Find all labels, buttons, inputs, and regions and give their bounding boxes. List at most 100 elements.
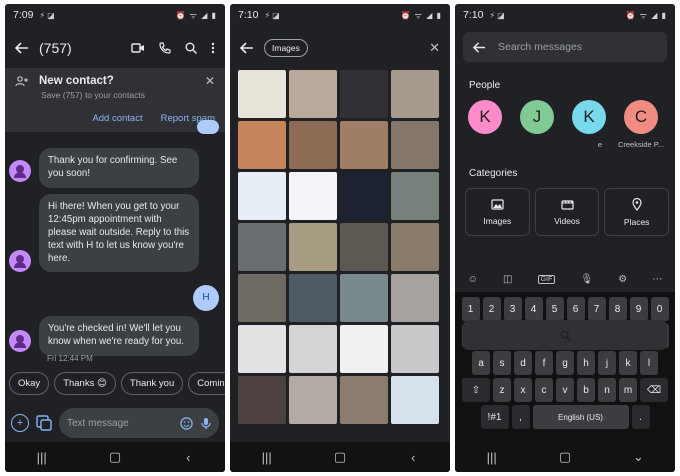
home-icon[interactable]: ▢: [320, 449, 360, 465]
key[interactable]: x: [514, 378, 532, 402]
image-thumbnail[interactable]: [289, 223, 337, 271]
key[interactable]: j: [598, 351, 616, 375]
close-icon[interactable]: ✕: [205, 74, 215, 88]
image-thumbnail[interactable]: [289, 325, 337, 373]
emoji-icon[interactable]: ☺: [468, 274, 478, 285]
key[interactable]: n: [598, 378, 616, 402]
person-item[interactable]: K e: [571, 100, 607, 150]
image-thumbnail[interactable]: [340, 223, 388, 271]
smart-reply-chip[interactable]: Okay: [9, 372, 50, 395]
image-thumbnail[interactable]: [238, 223, 286, 271]
image-thumbnail[interactable]: [340, 70, 388, 118]
add-contact-button[interactable]: Add contact: [92, 113, 142, 124]
key[interactable]: 5: [545, 297, 564, 321]
category-images[interactable]: Images: [465, 188, 530, 236]
image-thumbnail[interactable]: [391, 70, 439, 118]
back-arrow-icon[interactable]: [240, 41, 254, 55]
space-key[interactable]: English (US): [532, 405, 629, 429]
search-key[interactable]: [463, 320, 667, 350]
key[interactable]: v: [556, 378, 574, 402]
back-icon[interactable]: ⌄: [618, 449, 658, 465]
video-call-icon[interactable]: [131, 42, 145, 54]
emoji-icon[interactable]: [180, 416, 193, 430]
image-thumbnail[interactable]: [391, 223, 439, 271]
image-thumbnail[interactable]: [340, 172, 388, 220]
key[interactable]: k: [619, 351, 637, 375]
key[interactable]: l: [640, 351, 658, 375]
image-thumbnail[interactable]: [289, 70, 337, 118]
recent-apps-icon[interactable]: |||: [22, 450, 62, 465]
image-thumbnail[interactable]: [238, 376, 286, 424]
key[interactable]: m: [619, 378, 637, 402]
image-thumbnail[interactable]: [238, 121, 286, 169]
recent-apps-icon[interactable]: |||: [472, 450, 512, 465]
image-thumbnail[interactable]: [340, 376, 388, 424]
image-thumbnail[interactable]: [289, 121, 337, 169]
image-thumbnail[interactable]: [289, 376, 337, 424]
image-thumbnail[interactable]: [340, 274, 388, 322]
key[interactable]: z: [493, 378, 511, 402]
image-thumbnail[interactable]: [391, 172, 439, 220]
image-thumbnail[interactable]: [391, 376, 439, 424]
image-thumbnail[interactable]: [391, 325, 439, 373]
text-message-input[interactable]: Text message: [59, 408, 219, 438]
add-icon[interactable]: +: [11, 414, 29, 432]
image-thumbnail[interactable]: [289, 172, 337, 220]
back-arrow-icon[interactable]: [15, 41, 29, 55]
person-item[interactable]: J: [519, 100, 555, 150]
image-thumbnail[interactable]: [238, 274, 286, 322]
microphone-icon[interactable]: [201, 417, 211, 430]
close-icon[interactable]: ✕: [429, 40, 440, 56]
more-icon[interactable]: ⋯: [652, 274, 662, 285]
image-thumbnail[interactable]: [340, 121, 388, 169]
image-thumbnail[interactable]: [289, 274, 337, 322]
microphone-icon[interactable]: 🎙: [580, 274, 593, 285]
key[interactable]: d: [514, 351, 532, 375]
image-thumbnail[interactable]: [238, 70, 286, 118]
images-filter-chip[interactable]: Images: [264, 39, 308, 57]
image-thumbnail[interactable]: [340, 325, 388, 373]
backspace-key[interactable]: ⌫: [640, 378, 668, 402]
recent-apps-icon[interactable]: |||: [247, 450, 287, 465]
phone-call-icon[interactable]: [159, 42, 171, 54]
settings-icon[interactable]: ⚙: [618, 274, 627, 285]
image-thumbnail[interactable]: [391, 274, 439, 322]
key[interactable]: b: [577, 378, 595, 402]
key[interactable]: 1: [461, 297, 480, 321]
search-messages-input[interactable]: Search messages: [463, 32, 667, 62]
key[interactable]: s: [493, 351, 511, 375]
back-icon[interactable]: ‹: [168, 450, 208, 465]
key[interactable]: c: [535, 378, 553, 402]
key[interactable]: 6: [566, 297, 585, 321]
home-icon[interactable]: ▢: [95, 449, 135, 465]
image-thumbnail[interactable]: [238, 172, 286, 220]
category-places[interactable]: Places: [604, 188, 670, 236]
key[interactable]: 3: [503, 297, 522, 321]
home-icon[interactable]: ▢: [545, 449, 585, 465]
symbols-key[interactable]: !#1: [480, 405, 509, 429]
category-videos[interactable]: Videos: [534, 188, 600, 236]
key[interactable]: 0: [650, 297, 669, 321]
smart-reply-chip[interactable]: Thank you: [120, 372, 184, 395]
key[interactable]: a: [472, 351, 490, 375]
gif-icon[interactable]: GIF: [537, 274, 556, 284]
key[interactable]: g: [556, 351, 574, 375]
sticker-icon[interactable]: ◫: [503, 274, 512, 285]
key[interactable]: 4: [524, 297, 543, 321]
gallery-icon[interactable]: [36, 415, 52, 431]
key[interactable]: 7: [587, 297, 606, 321]
period-key[interactable]: .: [631, 405, 650, 429]
smart-reply-chip[interactable]: Coming: [188, 372, 225, 395]
more-options-icon[interactable]: [211, 42, 215, 54]
back-icon[interactable]: ‹: [393, 450, 433, 465]
key[interactable]: 9: [629, 297, 648, 321]
person-item[interactable]: K: [467, 100, 503, 150]
comma-key[interactable]: ,: [511, 405, 530, 429]
image-thumbnail[interactable]: [391, 121, 439, 169]
person-item[interactable]: C Creekside P...: [618, 100, 664, 150]
key[interactable]: h: [577, 351, 595, 375]
key[interactable]: 2: [482, 297, 501, 321]
image-thumbnail[interactable]: [238, 325, 286, 373]
smart-reply-chip[interactable]: Thanks 😊: [54, 372, 116, 395]
back-arrow-icon[interactable]: [473, 41, 486, 54]
